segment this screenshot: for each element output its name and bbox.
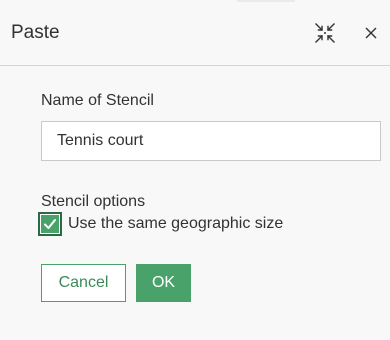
- close-icon: [365, 27, 377, 39]
- name-field-label: Name of Stencil: [41, 92, 154, 109]
- same-size-label: Use the same geographic size: [68, 215, 284, 232]
- same-size-option[interactable]: Use the same geographic size: [38, 210, 283, 238]
- dialog-title: Paste: [11, 22, 60, 43]
- checkbox-fill: [41, 215, 59, 233]
- close-button[interactable]: [360, 22, 382, 44]
- collapse-button[interactable]: [313, 21, 337, 45]
- stencil-name-input[interactable]: [41, 121, 381, 161]
- collapse-arrows-icon: [315, 23, 335, 43]
- cancel-button[interactable]: Cancel: [41, 264, 126, 302]
- ok-button[interactable]: OK: [136, 264, 191, 302]
- checkmark-icon: [44, 219, 56, 229]
- dialog-header: Paste: [0, 0, 390, 66]
- same-size-checkbox[interactable]: [38, 212, 62, 236]
- paste-dialog: Paste Name of Stencil Tennis court Stenc…: [0, 0, 390, 340]
- header-divider: [237, 0, 295, 2]
